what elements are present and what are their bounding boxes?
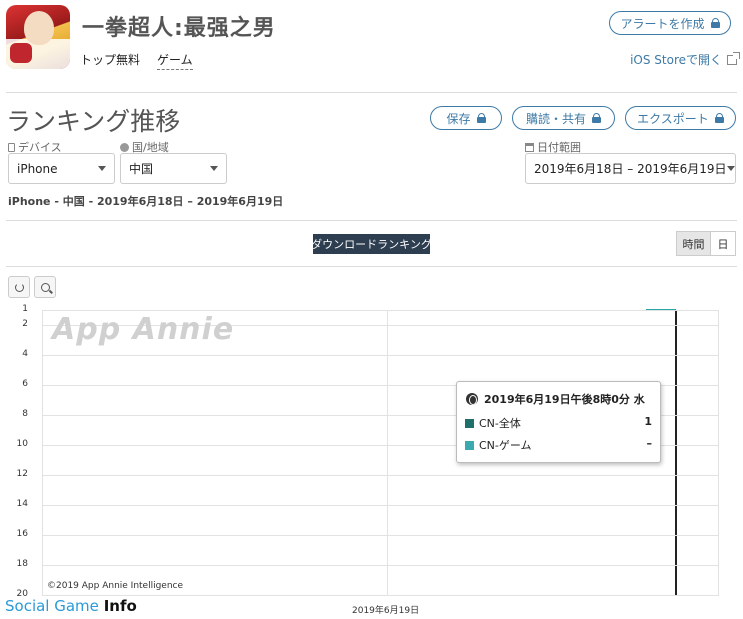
tooltip-series-value: – — [646, 437, 653, 450]
y-tick-label: 18 — [16, 559, 28, 569]
x-tick-label: 2019年6月19日 — [352, 606, 420, 616]
download-ranking-button[interactable]: ダウンロードランキング — [311, 234, 432, 254]
lock-icon — [710, 18, 720, 28]
chevron-down-icon — [210, 166, 218, 171]
create-alert-button[interactable]: アラートを作成 — [609, 11, 731, 35]
tooltip-header: 2019年6月19日午後8時0分 水 — [466, 391, 645, 407]
save-label: 保存 — [446, 111, 471, 126]
y-tick-label: 8 — [22, 409, 28, 419]
device-value: iPhone — [17, 161, 58, 176]
category-top-free[interactable]: トップ無料 — [80, 51, 140, 68]
subscribe-share-label: 購読・共有 — [525, 111, 586, 126]
toggle-day[interactable]: 日 — [710, 231, 736, 256]
chart-copyright: ©2019 App Annie Intelligence — [47, 581, 184, 591]
export-button[interactable]: エクスポート — [625, 106, 736, 130]
y-tick-label: 1 — [22, 304, 28, 314]
ios-store-link[interactable]: iOS Storeで開く — [630, 51, 740, 68]
grid-line — [387, 310, 388, 595]
tooltip-series-name: CN-全体 — [479, 417, 521, 430]
divider — [6, 266, 737, 267]
brand-text-b: Info — [103, 597, 137, 615]
save-button[interactable]: 保存 — [430, 106, 502, 130]
brand-text-a: Social Game — [5, 597, 99, 615]
series-swatch — [465, 418, 474, 428]
external-link-icon — [727, 51, 740, 65]
category-game[interactable]: ゲーム — [157, 51, 193, 70]
tooltip-row: CN-全体 — [465, 415, 521, 431]
watermark: App Annie — [52, 312, 235, 347]
grid-line — [42, 310, 719, 311]
y-tick-label: 14 — [16, 499, 28, 509]
globe-icon — [120, 142, 129, 152]
device-icon — [8, 142, 15, 152]
toggle-hour[interactable]: 時間 — [676, 231, 711, 256]
grid-line — [42, 475, 719, 476]
tooltip-header-text: 2019年6月19日午後8時0分 水 — [484, 393, 645, 406]
tooltip-series-name: CN-ゲーム — [479, 439, 532, 452]
grid-line — [42, 565, 719, 566]
y-tick-label: 2 — [22, 319, 28, 329]
export-label: エクスポート — [637, 111, 709, 126]
grid-line — [42, 310, 43, 595]
divider — [6, 220, 737, 221]
y-tick-label: 4 — [22, 349, 28, 359]
date-range-select[interactable]: 2019年6月18日 – 2019年6月19日 — [525, 153, 736, 184]
tooltip-row: CN-ゲーム — [465, 437, 532, 453]
y-tick-label: 16 — [16, 529, 28, 539]
country-value: 中国 — [129, 162, 154, 176]
app-title: 一拳超人:最强之男 — [82, 16, 276, 41]
zoom-icon — [40, 282, 50, 292]
zoom-button[interactable] — [34, 276, 56, 298]
lock-icon — [592, 113, 601, 123]
grid-line — [42, 505, 719, 506]
lock-icon — [714, 113, 724, 123]
chevron-down-icon — [726, 166, 735, 171]
subscribe-share-button[interactable]: 購読・共有 — [512, 106, 615, 130]
device-select[interactable]: iPhone — [8, 153, 115, 184]
chevron-down-icon — [98, 166, 106, 171]
filter-summary: iPhone - 中国 - 2019年6月18日 – 2019年6月19日 — [8, 195, 284, 208]
lock-icon — [476, 113, 486, 123]
date-range-value: 2019年6月18日 – 2019年6月19日 — [534, 162, 727, 176]
hover-cursor-line — [675, 310, 677, 595]
tooltip-series-value: 1 — [644, 415, 652, 428]
grid-line — [718, 310, 719, 595]
create-alert-label: アラートを作成 — [620, 16, 705, 31]
grid-line — [42, 595, 719, 596]
undo-icon — [14, 282, 24, 292]
globe-icon — [466, 393, 478, 405]
app-icon — [6, 5, 70, 69]
grid-line — [42, 355, 719, 356]
grid-line — [42, 535, 719, 536]
reset-zoom-button[interactable] — [8, 276, 30, 298]
page-title: ランキング推移 — [6, 107, 181, 136]
ios-store-label: iOS Storeで開く — [630, 53, 722, 67]
y-tick-label: 20 — [16, 589, 28, 599]
y-tick-label: 10 — [16, 439, 28, 449]
country-select[interactable]: 中国 — [120, 153, 227, 184]
series-swatch — [465, 440, 474, 450]
y-tick-label: 12 — [16, 469, 28, 479]
calendar-icon — [525, 142, 534, 152]
chart-tooltip: 2019年6月19日午後8時0分 水 CN-全体 1 CN-ゲーム – — [456, 381, 661, 463]
brand-watermark: Social Game Info — [5, 597, 137, 615]
y-tick-label: 6 — [22, 379, 28, 389]
divider — [6, 92, 737, 93]
